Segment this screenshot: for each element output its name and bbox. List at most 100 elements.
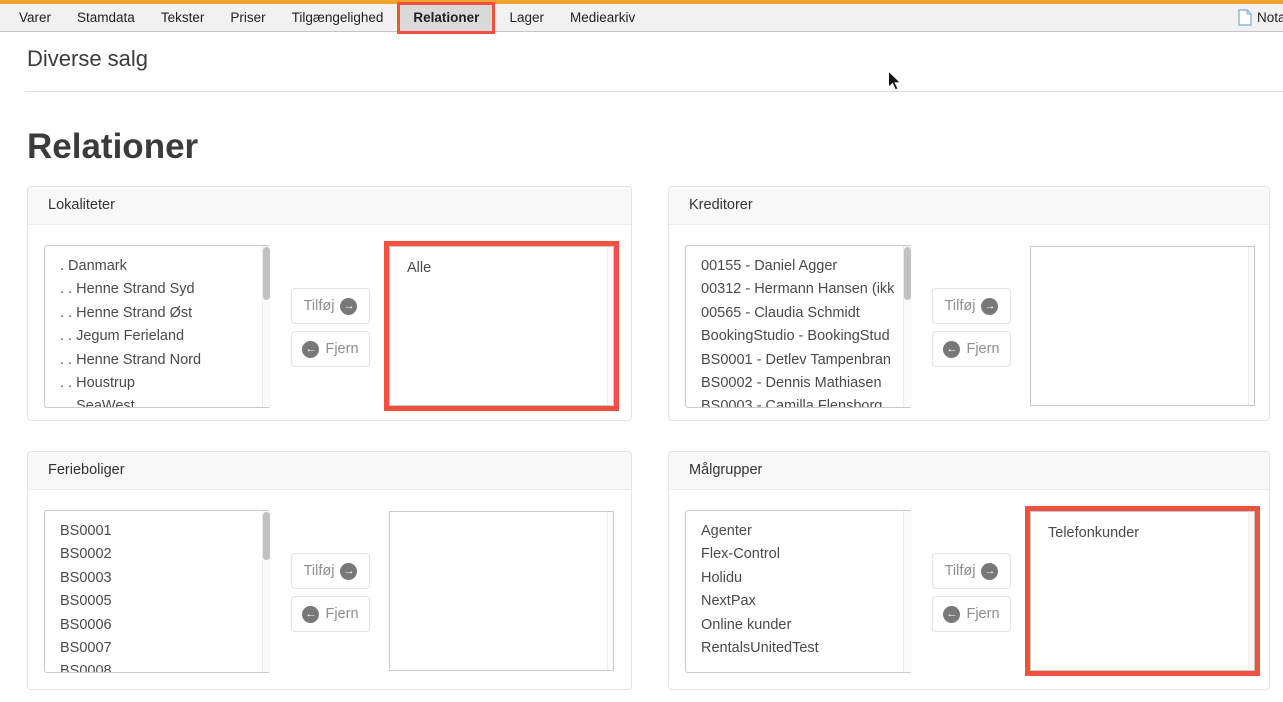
selected-listbox[interactable]: Alle xyxy=(389,246,614,406)
scrollbar-track[interactable] xyxy=(262,511,271,672)
scrollbar-thumb[interactable] xyxy=(263,512,270,560)
add-button[interactable]: Tilføj → xyxy=(932,553,1011,589)
tab-stamdata[interactable]: Stamdata xyxy=(64,5,148,31)
remove-button[interactable]: ← Fjern xyxy=(932,596,1011,632)
breadcrumb-subtitle: Diverse salg xyxy=(27,46,148,72)
list-item[interactable]: . . Jegum Ferieland xyxy=(45,325,255,348)
list-item[interactable]: Alle xyxy=(390,257,600,280)
remove-button[interactable]: ← Fjern xyxy=(932,331,1011,367)
add-button[interactable]: Tilføj → xyxy=(291,553,370,589)
mouse-cursor xyxy=(887,70,903,92)
remove-button[interactable]: ← Fjern xyxy=(291,331,370,367)
panel-title: Kreditorer xyxy=(669,187,1269,225)
tab-tilgaengelighed[interactable]: Tilgængelighed xyxy=(279,5,397,31)
tab-bar: Varer Stamdata Tekster Priser Tilgængeli… xyxy=(0,4,1283,32)
available-listbox[interactable]: BS0001BS0002BS0003BS0005BS0006BS0007BS00… xyxy=(44,510,271,673)
scrollbar-track[interactable] xyxy=(903,511,912,672)
selected-listbox[interactable]: Telefonkunder xyxy=(1030,511,1255,671)
tab-lager[interactable]: Lager xyxy=(496,5,557,31)
list-item[interactable]: . . Henne Strand Nord xyxy=(45,349,255,372)
tab-relationer[interactable]: Relationer xyxy=(400,5,492,31)
list-item[interactable]: . Danmark xyxy=(45,255,255,278)
selected-listbox-wrap xyxy=(384,506,619,676)
arrow-left-circle-icon: ← xyxy=(302,606,319,623)
scrollbar-thumb[interactable] xyxy=(904,247,911,300)
list-item[interactable]: . . Houstrup xyxy=(45,372,255,395)
remove-button-label: Fjern xyxy=(966,606,999,622)
list-item[interactable]: BS0001 xyxy=(45,520,255,543)
panel-title: Målgrupper xyxy=(669,452,1269,490)
annotation-highlight: Alle xyxy=(384,241,619,411)
panel-maalgrupper: Målgrupper AgenterFlex-ControlHoliduNext… xyxy=(668,451,1270,690)
add-button-label: Tilføj xyxy=(304,298,335,314)
list-item[interactable]: BS0002 xyxy=(45,543,255,566)
selected-listbox-wrap xyxy=(1025,241,1260,411)
page-title: Relationer xyxy=(27,127,198,167)
list-item[interactable]: BS0006 xyxy=(45,614,255,637)
note-link[interactable]: Notat xyxy=(1238,4,1283,31)
list-item[interactable]: 00155 - Daniel Agger xyxy=(686,255,896,278)
selected-listbox[interactable] xyxy=(389,511,614,671)
list-item[interactable]: BS0005 xyxy=(45,590,255,613)
tab-tekster[interactable]: Tekster xyxy=(148,5,218,31)
list-item[interactable]: RentalsUnitedTest xyxy=(686,637,896,660)
panel-ferieboliger: Ferieboliger BS0001BS0002BS0003BS0005BS0… xyxy=(27,451,632,690)
list-item[interactable]: BookingStudio - BookingStud xyxy=(686,325,896,348)
list-item[interactable]: Telefonkunder xyxy=(1031,522,1241,545)
available-listbox[interactable]: . Danmark. . Henne Strand Syd. . Henne S… xyxy=(44,245,271,408)
list-item[interactable]: Agenter xyxy=(686,520,896,543)
remove-button-label: Fjern xyxy=(966,341,999,357)
arrow-left-circle-icon: ← xyxy=(302,341,319,358)
list-item[interactable]: 00565 - Claudia Schmidt xyxy=(686,302,896,325)
tab-mediearkiv[interactable]: Mediearkiv xyxy=(557,5,648,31)
list-item[interactable]: BS0001 - Detlev Tampenbran xyxy=(686,349,896,372)
annotation-highlight: Telefonkunder xyxy=(1025,506,1260,676)
add-button-label: Tilføj xyxy=(304,563,335,579)
arrow-right-circle-icon: → xyxy=(981,563,998,580)
list-item[interactable]: 00312 - Hermann Hansen (ikk xyxy=(686,278,896,301)
scrollbar-thumb[interactable] xyxy=(263,247,270,300)
tab-varer[interactable]: Varer xyxy=(6,5,64,31)
list-item[interactable]: Holidu xyxy=(686,567,896,590)
relations-page: { "colors": { "accent_orange": "#efa42f"… xyxy=(0,0,1283,702)
list-item[interactable]: BS0003 - Camilla Flensborg xyxy=(686,395,896,408)
panel-kreditorer: Kreditorer 00155 - Daniel Agger00312 - H… xyxy=(668,186,1270,421)
document-icon xyxy=(1238,9,1252,26)
scrollbar-track xyxy=(1248,512,1254,670)
available-listbox[interactable]: 00155 - Daniel Agger00312 - Hermann Hans… xyxy=(685,245,912,408)
scrollbar-track[interactable] xyxy=(903,246,912,407)
list-item[interactable]: BS0003 xyxy=(45,567,255,590)
tab-priser[interactable]: Priser xyxy=(217,5,278,31)
list-item[interactable]: BS0008 xyxy=(45,660,255,673)
arrow-left-circle-icon: ← xyxy=(943,341,960,358)
list-item[interactable]: Flex-Control xyxy=(686,543,896,566)
add-button[interactable]: Tilføj → xyxy=(291,288,370,324)
header-divider xyxy=(25,91,1283,92)
panel-lokaliteter: Lokaliteter . Danmark. . Henne Strand Sy… xyxy=(27,186,632,421)
panel-title: Lokaliteter xyxy=(28,187,631,225)
list-item[interactable]: Online kunder xyxy=(686,614,896,637)
arrow-right-circle-icon: → xyxy=(340,298,357,315)
scrollbar-track xyxy=(1248,247,1254,405)
available-listbox[interactable]: AgenterFlex-ControlHoliduNextPaxOnline k… xyxy=(685,510,912,673)
list-item[interactable]: . . Henne Strand Syd xyxy=(45,278,255,301)
selected-listbox[interactable] xyxy=(1030,246,1255,406)
scrollbar-track xyxy=(607,247,613,405)
arrow-right-circle-icon: → xyxy=(340,563,357,580)
add-button-label: Tilføj xyxy=(945,298,976,314)
list-item[interactable]: BS0007 xyxy=(45,637,255,660)
remove-button-label: Fjern xyxy=(325,341,358,357)
remove-button[interactable]: ← Fjern xyxy=(291,596,370,632)
add-button[interactable]: Tilføj → xyxy=(932,288,1011,324)
arrow-right-circle-icon: → xyxy=(981,298,998,315)
remove-button-label: Fjern xyxy=(325,606,358,622)
add-button-label: Tilføj xyxy=(945,563,976,579)
list-item[interactable]: . . SeaWest xyxy=(45,395,255,408)
scrollbar-track[interactable] xyxy=(262,246,271,407)
list-item[interactable]: BS0002 - Dennis Mathiasen xyxy=(686,372,896,395)
panel-title: Ferieboliger xyxy=(28,452,631,490)
arrow-left-circle-icon: ← xyxy=(943,606,960,623)
scrollbar-track xyxy=(607,512,613,670)
list-item[interactable]: . . Henne Strand Øst xyxy=(45,302,255,325)
list-item[interactable]: NextPax xyxy=(686,590,896,613)
